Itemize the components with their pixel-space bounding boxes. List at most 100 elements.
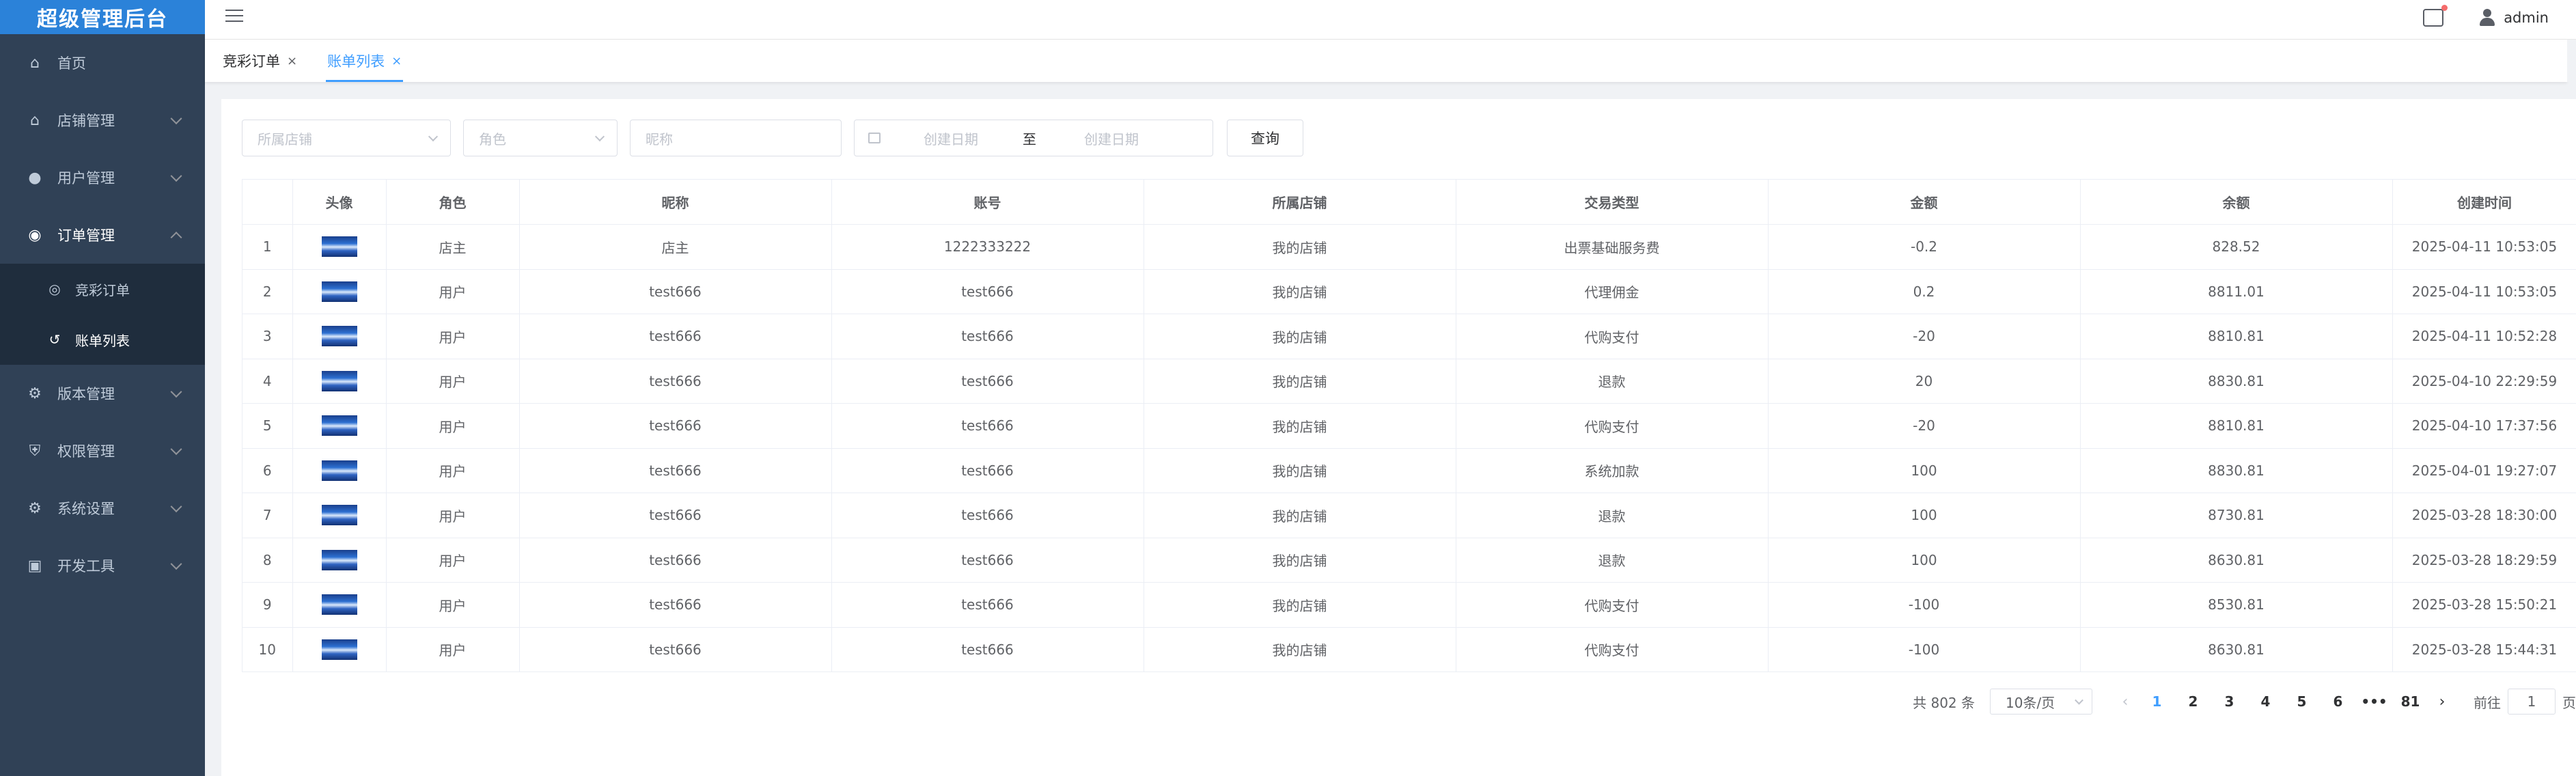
cell-shop: 我的店铺 (1144, 269, 1456, 314)
cell-role: 店主 (386, 224, 520, 270)
date-range-picker[interactable]: 创建日期 至 创建日期 (854, 120, 1213, 156)
cell-balance: 8810.81 (2080, 314, 2393, 359)
settings-icon: ⚙ (28, 499, 42, 517)
tab-lottery-orders[interactable]: 竞彩订单 × (221, 40, 299, 82)
cell-nickname: test666 (519, 627, 832, 672)
sidebar-item-home[interactable]: ⌂ 首页 (0, 34, 205, 92)
page-number[interactable]: 1 (2139, 693, 2175, 710)
search-button[interactable]: 查询 (1227, 120, 1303, 156)
shop-select[interactable]: 所属店铺 (242, 120, 451, 156)
sidebar-item-lottery-orders[interactable]: ◎ 竞彩订单 (0, 264, 205, 314)
cell-account: test666 (831, 627, 1144, 672)
sidebar-item-users[interactable]: ● 用户管理 (0, 149, 205, 206)
page-size-value: 10条/页 (2006, 694, 2055, 711)
page-number[interactable]: 2 (2175, 693, 2211, 710)
cell-nickname: test666 (519, 448, 832, 493)
cell-avatar (292, 224, 387, 270)
table-row: 7 用户 test666 test666 我的店铺 退款 100 8730.81 2025-03… (243, 493, 2576, 538)
page-size-select[interactable]: 10条/页 (1990, 689, 2092, 715)
shop-select-placeholder: 所属店铺 (258, 130, 312, 148)
sidebar-item-shop[interactable]: ⌂ 店铺管理 (0, 92, 205, 149)
header-role: 角色 (386, 180, 520, 225)
cell-transaction-type: 系统加款 (1456, 448, 1769, 493)
cell-created-time: 2025-03-28 18:30:00 (2392, 493, 2576, 538)
top-navbar: admin (205, 0, 2576, 40)
cell-account: 1222333222 (831, 224, 1144, 270)
nickname-placeholder: 昵称 (646, 130, 673, 148)
username: admin (2504, 10, 2549, 26)
next-page-icon[interactable]: › (2428, 693, 2456, 710)
permission-icon: ⛨ (29, 442, 41, 460)
sidebar-item-settings[interactable]: ⚙ 系统设置 (0, 480, 205, 537)
home-icon: ⌂ (30, 54, 40, 72)
cell-transaction-type: 代购支付 (1456, 627, 1769, 672)
tab-label: 账单列表 (327, 53, 385, 70)
scrollbar-track[interactable] (2567, 40, 2576, 82)
sidebar-item-permission[interactable]: ⛨ 权限管理 (0, 422, 205, 480)
table-row: 9 用户 test666 test666 我的店铺 代购支付 -100 8530.81 2025… (243, 582, 2576, 628)
page-number[interactable]: 4 (2247, 693, 2284, 710)
role-select[interactable]: 角色 (463, 120, 618, 156)
calendar-icon (868, 133, 881, 143)
start-date-input[interactable]: 创建日期 (886, 128, 1016, 148)
table-row: 8 用户 test666 test666 我的店铺 退款 100 8630.81 2025-03… (243, 538, 2576, 583)
table-row: 3 用户 test666 test666 我的店铺 代购支付 -20 8810.81 2025-… (243, 314, 2576, 359)
cell-amount: 20 (1768, 359, 2081, 404)
sidebar-item-bill-list[interactable]: ↺ 账单列表 (0, 314, 205, 365)
close-icon[interactable]: × (391, 54, 402, 68)
cell-amount: 100 (1768, 493, 2081, 538)
chevron-down-icon (428, 131, 439, 142)
version-icon: ⚙ (28, 385, 42, 402)
hamburger-icon[interactable] (225, 10, 243, 23)
chevron-down-icon (170, 501, 182, 513)
end-date-input[interactable]: 创建日期 (1043, 128, 1180, 148)
goto-page-input[interactable]: 1 (2508, 689, 2556, 715)
cell-balance: 8810.81 (2080, 403, 2393, 449)
table-row: 2 用户 test666 test666 我的店铺 代理佣金 0.2 8811.01 2025-… (243, 269, 2576, 314)
cell-account: test666 (831, 269, 1144, 314)
page-number[interactable]: 81 (2392, 693, 2428, 710)
cell-amount: 0.2 (1768, 269, 2081, 314)
avatar (321, 370, 357, 391)
notification-icon[interactable] (2423, 5, 2448, 27)
cell-index: 1 (243, 224, 293, 270)
table-header-row: 头像 角色 昵称 账号 所属店铺 交易类型 金额 余额 创建时间 (243, 180, 2576, 225)
more-pages-icon[interactable]: ••• (2356, 693, 2392, 710)
cell-amount: -100 (1768, 627, 2081, 672)
page-number[interactable]: 3 (2211, 693, 2247, 710)
cell-shop: 我的店铺 (1144, 224, 1456, 270)
avatar (321, 549, 357, 570)
close-icon[interactable]: × (287, 54, 297, 68)
cell-shop: 我的店铺 (1144, 448, 1456, 493)
sidebar-item-version[interactable]: ⚙ 版本管理 (0, 365, 205, 422)
cell-shop: 我的店铺 (1144, 493, 1456, 538)
cell-shop: 我的店铺 (1144, 582, 1456, 628)
cell-avatar (292, 269, 387, 314)
cell-avatar (292, 359, 387, 404)
cell-avatar (292, 627, 387, 672)
page-number[interactable]: 6 (2320, 693, 2356, 710)
sidebar-item-orders[interactable]: ◉ 订单管理 (0, 206, 205, 264)
cell-created-time: 2025-04-10 22:29:59 (2392, 359, 2576, 404)
cell-role: 用户 (386, 582, 520, 628)
page-number[interactable]: 5 (2284, 693, 2320, 710)
cell-role: 用户 (386, 627, 520, 672)
cell-index: 5 (243, 403, 293, 449)
chevron-up-icon (170, 232, 182, 244)
prev-page-icon[interactable]: ‹ (2111, 693, 2139, 710)
header-shop: 所属店铺 (1144, 180, 1456, 225)
page-numbers: 1 2 3 4 5 6 ••• 81 (2139, 693, 2428, 710)
sidebar-item-devtools[interactable]: ▣ 开发工具 (0, 537, 205, 594)
chevron-down-icon (170, 170, 182, 182)
lottery-icon: ◎ (49, 281, 61, 297)
total-count: 共 802 条 (1913, 694, 1975, 711)
devtools-icon: ▣ (27, 557, 42, 574)
cell-nickname: test666 (519, 359, 832, 404)
tab-bill-list[interactable]: 账单列表 × (326, 40, 404, 82)
cell-balance: 8830.81 (2080, 359, 2393, 404)
cell-role: 用户 (386, 538, 520, 583)
cell-avatar (292, 314, 387, 359)
nickname-input[interactable]: 昵称 (630, 120, 842, 156)
user-menu[interactable]: admin (2479, 9, 2549, 27)
avatar (321, 281, 357, 302)
